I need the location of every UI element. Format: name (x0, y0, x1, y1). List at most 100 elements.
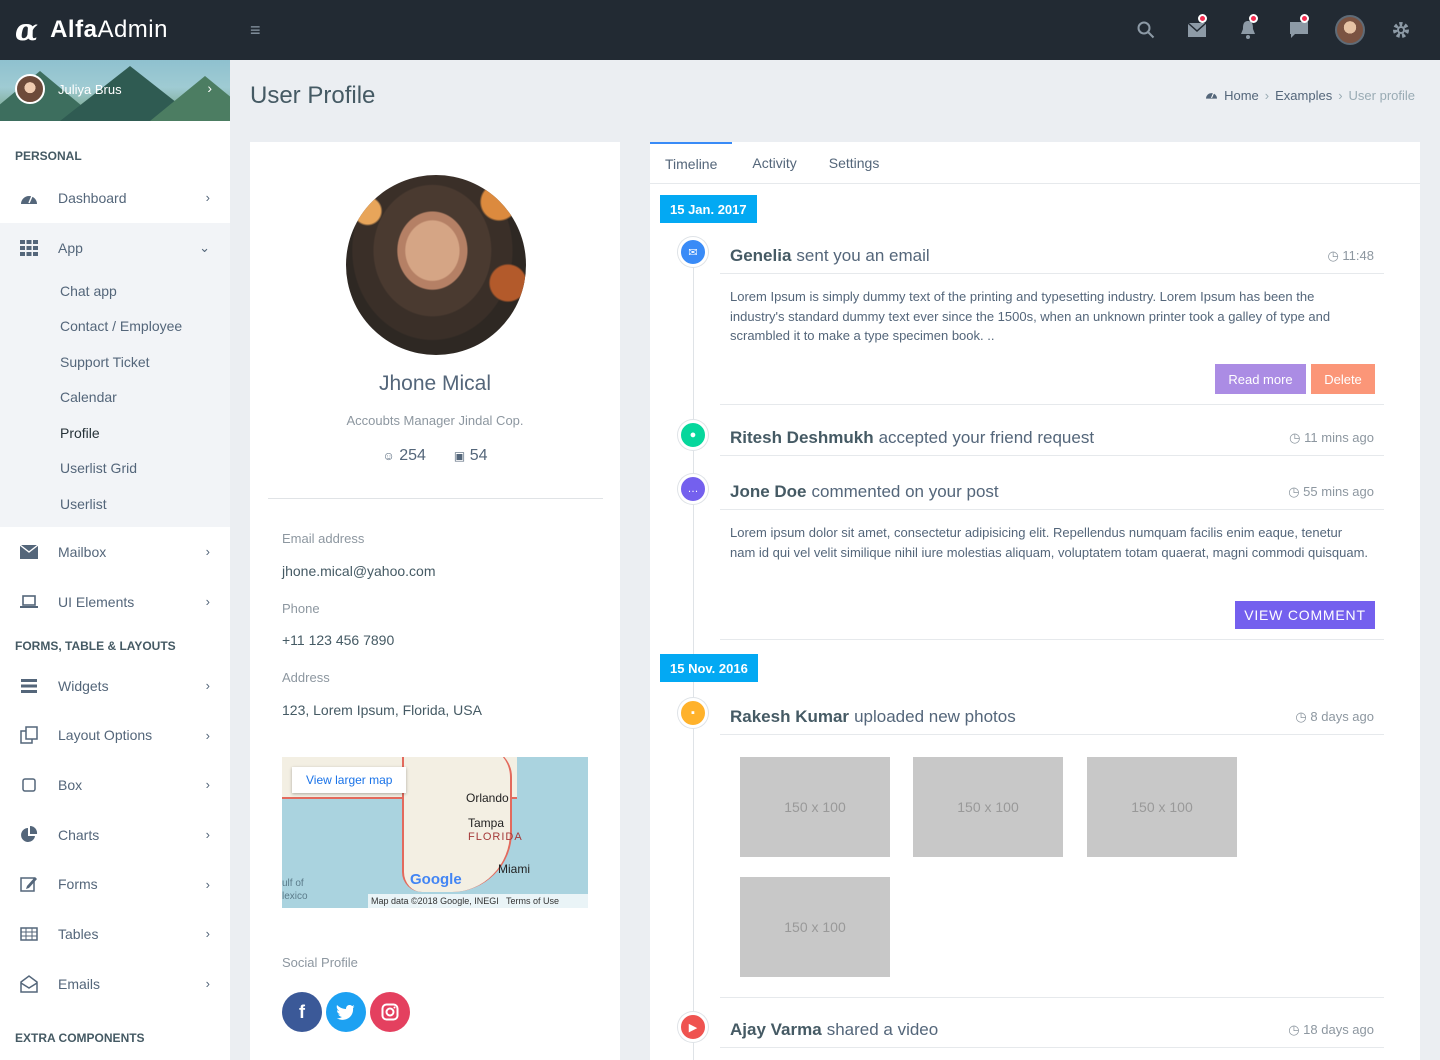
search-icon[interactable] (1120, 0, 1171, 60)
profile-card: Jhone Mical Accoubts Manager Jindal Cop.… (250, 142, 620, 1060)
date-badge: 15 Nov. 2016 (660, 654, 758, 682)
timeline-user-name[interactable]: Ritesh Deshmukh (730, 428, 874, 448)
user-avatar[interactable] (1324, 0, 1375, 60)
sidebar-item-emails[interactable]: Emails › (0, 959, 230, 1009)
tab-settings[interactable]: Settings (817, 142, 892, 184)
timeline-action: shared a video (826, 1019, 939, 1039)
chevron-right-icon: › (205, 876, 210, 892)
breadcrumb-current: User profile (1348, 88, 1415, 103)
sidebar-item-label: Layout Options (58, 727, 153, 743)
timeline-item-header: Rakesh Kumar uploaded new photos ◷ 8 day… (720, 699, 1384, 735)
tab-activity[interactable]: Activity (732, 142, 816, 184)
photo-placeholder[interactable]: 150 x 100 (740, 757, 890, 857)
timeline-item-header: Ritesh Deshmukh accepted your friend req… (720, 420, 1384, 456)
section-title-personal: PERSONAL (15, 149, 82, 163)
email-label: Email address (282, 531, 365, 546)
chevron-right-icon: › (207, 80, 212, 96)
sidebar-item-forms[interactable]: Forms › (0, 860, 230, 909)
timeline-time-text: 18 days ago (1303, 1021, 1374, 1037)
profile-avatar (346, 175, 526, 355)
timeline-user-name[interactable]: Ajay Varma (730, 1020, 822, 1040)
breadcrumb-examples[interactable]: Examples (1275, 88, 1332, 103)
map-city-miami: Miami (498, 862, 530, 876)
picture-icon: ▣ (453, 449, 466, 463)
timeline-time: ◷ 8 days ago (1295, 709, 1374, 725)
timeline-time: ◷ 11 mins ago (1289, 430, 1374, 446)
bars-icon (18, 675, 40, 697)
breadcrumb-home[interactable]: Home (1224, 88, 1259, 103)
video-icon: ▶ (678, 1012, 708, 1042)
menu-toggle-icon[interactable]: ≡ (250, 20, 261, 41)
read-more-button[interactable]: Read more (1215, 364, 1306, 394)
photo-placeholder[interactable]: 150 x 100 (913, 757, 1063, 857)
divider (720, 639, 1384, 640)
gear-icon[interactable] (1375, 0, 1426, 60)
sidebar-item-layout-options[interactable]: Layout Options › (0, 711, 230, 760)
brand-name-second: Admin (97, 16, 168, 43)
timeline-time-text: 11:48 (1342, 247, 1374, 263)
location-map[interactable]: View larger map Orlando Tampa FLORIDA Mi… (282, 757, 588, 908)
twitter-icon[interactable] (326, 992, 366, 1032)
section-title-forms: FORMS, TABLE & LAYOUTS (15, 638, 176, 653)
sidebar-item-label: Dashboard (58, 190, 127, 206)
facebook-icon[interactable]: f (282, 992, 322, 1032)
sidebar-subitem-userlist[interactable]: Userlist (0, 486, 230, 522)
laptop-icon (18, 591, 40, 613)
sidebar-item-label: Forms (58, 876, 98, 892)
top-navbar: α Alfa Admin ≡ (0, 0, 1440, 60)
sidebar-subitem-chat-app[interactable]: Chat app (0, 273, 230, 309)
people-icon: ☺ (382, 449, 395, 463)
clock-icon: ◷ (1288, 483, 1300, 499)
sidebar-item-widgets[interactable]: Widgets › (0, 661, 230, 711)
sidebar-subitem-profile[interactable]: Profile (0, 415, 230, 451)
photo-placeholder[interactable]: 150 x 100 (1087, 757, 1237, 857)
instagram-icon[interactable] (370, 992, 410, 1032)
timeline-time: ◷ 55 mins ago (1288, 484, 1374, 500)
user-icon: ● (678, 420, 708, 450)
chevron-right-icon: › (205, 190, 210, 205)
sidebar-subitem-contact-employee[interactable]: Contact / Employee (0, 309, 230, 345)
map-gulf-label: ulf of lexico (282, 878, 308, 902)
timeline-item-header: Ajay Varma shared a video ◷ 18 days ago (720, 1012, 1384, 1048)
timeline-user-name[interactable]: Genelia (730, 246, 791, 266)
sidebar-subitem-support-ticket[interactable]: Support Ticket (0, 344, 230, 380)
sidebar-item-tables[interactable]: Tables › (0, 909, 230, 959)
chevron-right-icon: › (205, 975, 210, 991)
sidebar-user-profile[interactable]: Juliya Brus › (0, 60, 230, 121)
timeline-user-name[interactable]: Rakesh Kumar (730, 707, 849, 727)
address-label: Address (282, 670, 330, 685)
sidebar-item-app[interactable]: App ⌄ (0, 223, 230, 273)
view-larger-map-link[interactable]: View larger map (292, 767, 407, 793)
envelope-icon (18, 541, 40, 563)
profile-stats: ☺ 254 ▣ 54 (250, 447, 620, 465)
divider (720, 404, 1384, 405)
bell-icon[interactable] (1222, 0, 1273, 60)
timeline-action: commented on your post (811, 481, 999, 501)
timeline-item-body: Lorem ipsum dolor sit amet, consectetur … (730, 525, 1369, 560)
timeline-item-body: Lorem Ipsum is simply dummy text of the … (730, 289, 1331, 343)
map-city-tampa: Tampa (468, 816, 505, 830)
grid-icon (18, 237, 40, 259)
sidebar-item-mailbox[interactable]: Mailbox › (0, 527, 230, 577)
view-comment-button[interactable]: VIEW COMMENT (1235, 601, 1375, 629)
social-links: f (282, 992, 410, 1032)
brand-logo[interactable]: α Alfa Admin (0, 0, 230, 60)
sidebar-item-dashboard[interactable]: Dashboard › (0, 173, 230, 223)
delete-button[interactable]: Delete (1311, 364, 1375, 394)
sidebar-item-label: Charts (58, 826, 100, 843)
profile-role: Accoubts Manager Jindal Cop. (346, 413, 524, 428)
timeline-user-name[interactable]: Jone Doe (730, 482, 807, 502)
sidebar-subitem-calendar[interactable]: Calendar (0, 380, 230, 416)
mail-icon[interactable] (1171, 0, 1222, 60)
chat-icon[interactable] (1273, 0, 1324, 60)
brand-name-first: Alfa (50, 16, 98, 43)
chevron-right-icon: › (205, 826, 210, 842)
sidebar-subitem-userlist-grid[interactable]: Userlist Grid (0, 451, 230, 487)
sidebar-item-label: Widgets (58, 677, 109, 694)
divider (720, 997, 1384, 998)
tab-timeline[interactable]: Timeline (650, 142, 733, 184)
sidebar-item-ui-elements[interactable]: UI Elements › (0, 577, 230, 627)
photo-placeholder[interactable]: 150 x 100 (740, 877, 890, 977)
sidebar-item-charts[interactable]: Charts › (0, 810, 230, 860)
sidebar-item-box[interactable]: Box › (0, 760, 230, 810)
